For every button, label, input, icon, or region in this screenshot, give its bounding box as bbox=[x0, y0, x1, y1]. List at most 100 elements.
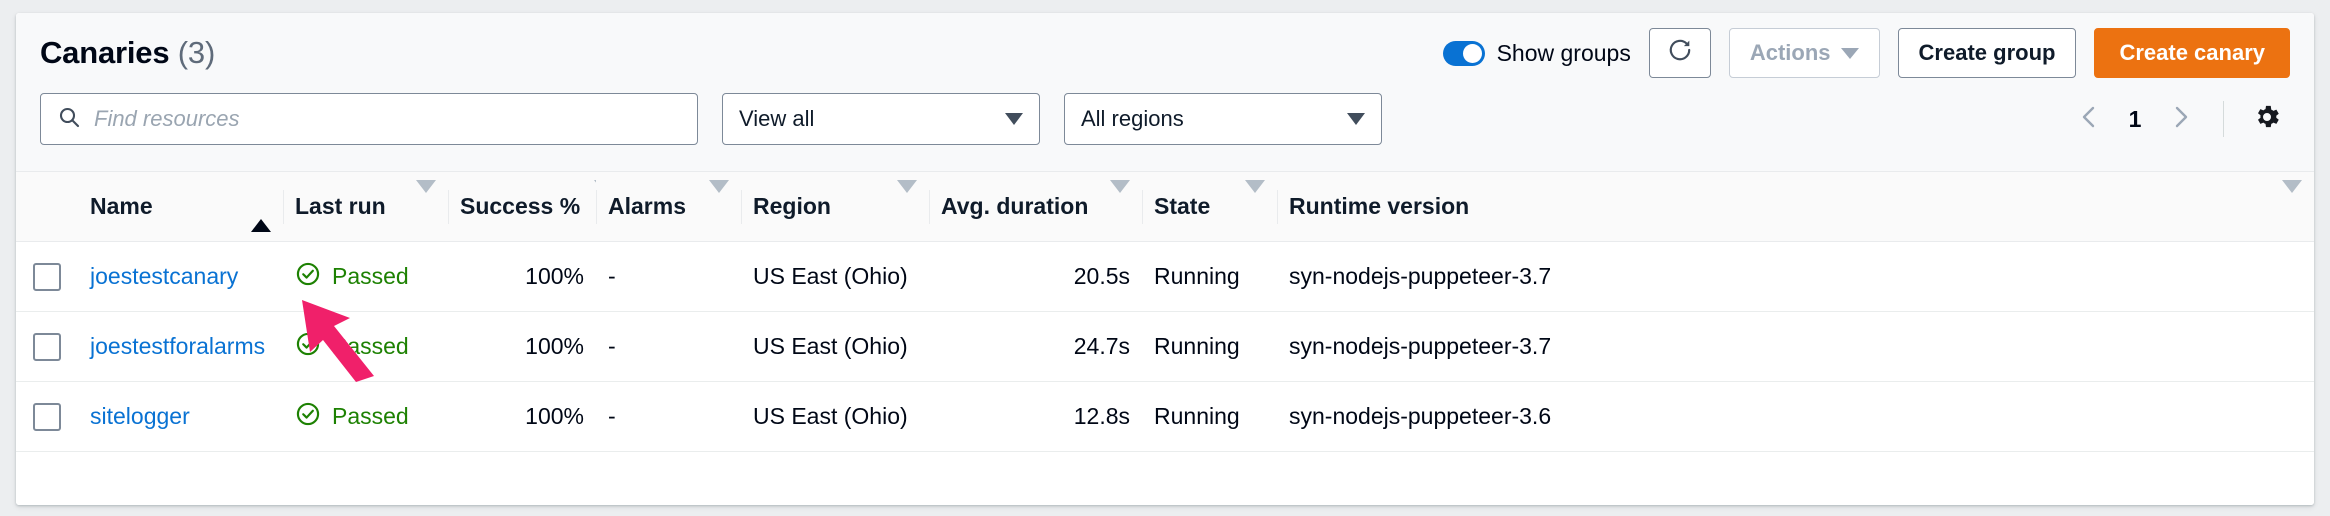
check-circle-icon bbox=[295, 401, 321, 433]
cell-success: 100% bbox=[525, 263, 584, 289]
refresh-button[interactable] bbox=[1648, 28, 1711, 78]
cell-avg-duration: 24.7s bbox=[1073, 333, 1130, 359]
row-checkbox-cell bbox=[16, 402, 78, 431]
gear-icon bbox=[2252, 102, 2282, 137]
column-header-avg-duration[interactable]: Avg. duration bbox=[929, 172, 1142, 241]
column-header-alarms-label: Alarms bbox=[608, 193, 686, 219]
column-header-state-label: State bbox=[1154, 193, 1211, 219]
canary-link[interactable]: joestestforalarms bbox=[90, 333, 265, 360]
column-header-last-run-label: Last run bbox=[295, 193, 386, 219]
table-row[interactable]: joestestforalarms Passed 100% - US East … bbox=[16, 312, 2314, 382]
cell-last-run: Passed bbox=[283, 331, 448, 363]
preferences-button[interactable] bbox=[2244, 96, 2290, 142]
status-badge: Passed bbox=[295, 261, 409, 293]
column-header-alarms[interactable]: Alarms bbox=[596, 172, 741, 241]
status-label: Passed bbox=[332, 263, 409, 289]
actions-label: Actions bbox=[1749, 40, 1831, 65]
cell-region: US East (Ohio) bbox=[753, 403, 908, 429]
cell-alarms: - bbox=[608, 403, 616, 429]
actions-button[interactable]: Actions bbox=[1728, 28, 1880, 78]
divider bbox=[2223, 101, 2224, 137]
canaries-table: Name Last run Success % Alarms Region Av… bbox=[16, 172, 2314, 505]
chevron-down-icon bbox=[1840, 47, 1859, 59]
pagination-page-1[interactable]: 1 bbox=[2115, 106, 2155, 133]
chevron-down-icon bbox=[1005, 113, 1023, 125]
cell-runtime-version: syn-nodejs-puppeteer-3.6 bbox=[1289, 403, 1552, 429]
search-placeholder: Find resources bbox=[94, 106, 240, 131]
show-groups-toggle[interactable]: Show groups bbox=[1442, 39, 1631, 67]
cell-success: 100% bbox=[525, 333, 584, 359]
chevron-down-icon bbox=[1347, 113, 1365, 125]
column-header-region-label: Region bbox=[753, 193, 831, 219]
region-filter-value: All regions bbox=[1081, 106, 1184, 131]
status-badge: Passed bbox=[295, 401, 409, 433]
column-header-state[interactable]: State bbox=[1142, 172, 1277, 241]
canary-link[interactable]: sitelogger bbox=[90, 403, 190, 430]
cell-runtime-version: syn-nodejs-puppeteer-3.7 bbox=[1289, 263, 1552, 289]
cell-name: joestestcanary bbox=[78, 263, 283, 290]
view-filter-select[interactable]: View all bbox=[722, 93, 1040, 145]
check-circle-icon bbox=[295, 331, 321, 363]
create-group-button[interactable]: Create group bbox=[1897, 28, 2077, 78]
table-row[interactable]: joestestcanary Passed 100% - US East (Oh… bbox=[16, 242, 2314, 312]
sort-icon-none bbox=[883, 180, 917, 220]
sort-icon-none bbox=[2268, 180, 2302, 220]
show-groups-label: Show groups bbox=[1496, 39, 1631, 66]
sort-icon-none bbox=[695, 180, 729, 220]
status-badge: Passed bbox=[295, 331, 409, 363]
cell-runtime-version: syn-nodejs-puppeteer-3.7 bbox=[1289, 333, 1552, 359]
row-checkbox-cell bbox=[16, 332, 78, 361]
row-checkbox[interactable] bbox=[33, 332, 61, 361]
search-input[interactable]: Find resources bbox=[40, 93, 698, 145]
cell-alarms: - bbox=[608, 333, 616, 359]
toggle-switch-on[interactable] bbox=[1442, 40, 1485, 66]
cell-success: 100% bbox=[525, 403, 584, 429]
cell-region: US East (Ohio) bbox=[753, 333, 908, 359]
sort-icon-ascending bbox=[237, 193, 271, 232]
panel-header: Canaries (3) Show groups Actions Create … bbox=[16, 13, 2314, 172]
pagination-prev-button[interactable] bbox=[2067, 95, 2111, 143]
cell-state: Running bbox=[1154, 263, 1240, 289]
cell-region: US East (Ohio) bbox=[753, 263, 908, 289]
cell-avg-duration: 12.8s bbox=[1073, 403, 1130, 429]
view-filter-value: View all bbox=[739, 106, 815, 131]
search-icon bbox=[57, 105, 81, 134]
column-header-name-label: Name bbox=[90, 193, 153, 219]
column-header-name[interactable]: Name bbox=[78, 172, 283, 241]
page-title-text: Canaries bbox=[40, 35, 170, 70]
sort-icon-none bbox=[580, 180, 596, 220]
create-canary-label: Create canary bbox=[2119, 40, 2265, 65]
chevron-left-icon bbox=[2078, 103, 2100, 136]
column-header-success[interactable]: Success % bbox=[448, 172, 596, 241]
sort-icon-none bbox=[1096, 180, 1130, 220]
row-checkbox-cell bbox=[16, 262, 78, 291]
column-header-runtime-version[interactable]: Runtime version bbox=[1277, 172, 2314, 241]
check-circle-icon bbox=[295, 261, 321, 293]
canary-link[interactable]: joestestcanary bbox=[90, 263, 238, 290]
pagination: 1 bbox=[2067, 95, 2290, 143]
cell-last-run: Passed bbox=[283, 401, 448, 433]
create-group-label: Create group bbox=[1918, 40, 2056, 65]
cell-state: Running bbox=[1154, 333, 1240, 359]
pagination-next-button[interactable] bbox=[2159, 95, 2203, 143]
column-header-runtime-version-label: Runtime version bbox=[1289, 193, 1470, 219]
sort-icon-none bbox=[1231, 180, 1265, 220]
cell-name: sitelogger bbox=[78, 403, 283, 430]
header-filter-row: Find resources View all All regions 1 bbox=[40, 93, 2290, 171]
status-label: Passed bbox=[332, 333, 409, 359]
canary-count: (3) bbox=[177, 35, 216, 70]
column-header-last-run[interactable]: Last run bbox=[283, 172, 448, 241]
row-checkbox[interactable] bbox=[33, 402, 61, 431]
table-row[interactable]: sitelogger Passed 100% - US East (Ohio) … bbox=[16, 382, 2314, 452]
region-filter-select[interactable]: All regions bbox=[1064, 93, 1382, 145]
sort-icon-none bbox=[402, 180, 436, 220]
canaries-page: Canaries (3) Show groups Actions Create … bbox=[0, 0, 2330, 516]
chevron-right-icon bbox=[2170, 103, 2192, 136]
column-header-success-label: Success % bbox=[460, 193, 581, 219]
column-header-region[interactable]: Region bbox=[741, 172, 929, 241]
cell-alarms: - bbox=[608, 263, 616, 289]
cell-state: Running bbox=[1154, 403, 1240, 429]
create-canary-button[interactable]: Create canary bbox=[2094, 28, 2290, 78]
row-checkbox[interactable] bbox=[33, 262, 61, 291]
cell-avg-duration: 20.5s bbox=[1073, 263, 1130, 289]
